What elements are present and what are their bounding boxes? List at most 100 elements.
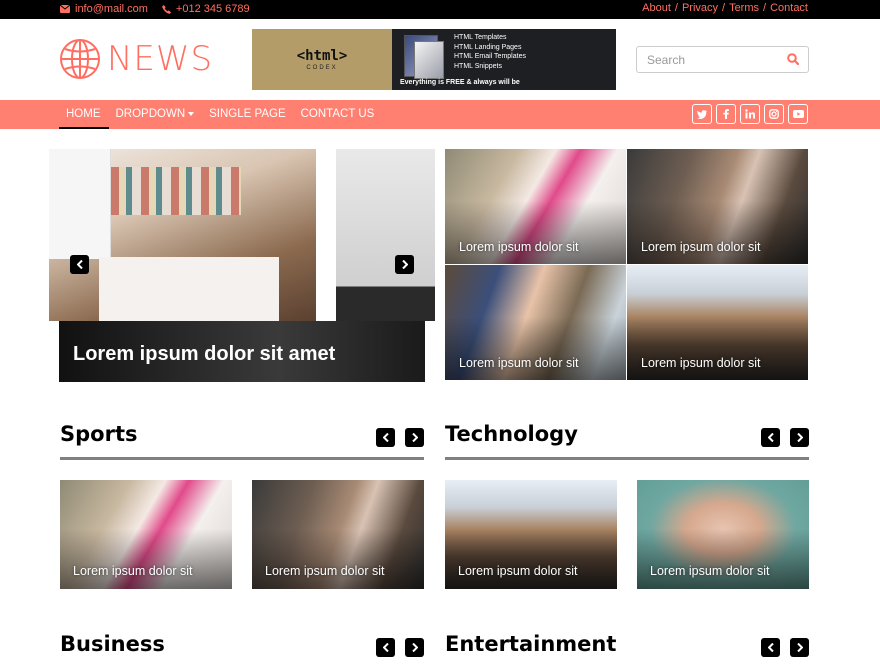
section-title: Sports xyxy=(60,422,138,446)
section-prev-button[interactable] xyxy=(376,638,395,657)
section-next-button[interactable] xyxy=(405,638,424,657)
section-prev-button[interactable] xyxy=(761,428,780,447)
caption-overlay xyxy=(445,529,617,589)
next-slide-image xyxy=(336,149,435,321)
globe-icon xyxy=(60,39,100,79)
section-next-button[interactable] xyxy=(790,638,809,657)
banner-tagline: Everything is FREE & always will be xyxy=(400,79,520,86)
card-caption: Lorem ipsum dolor sit xyxy=(73,564,193,578)
twitter-icon[interactable] xyxy=(692,104,712,124)
top-news-caption: Lorem ipsum dolor sit xyxy=(641,356,761,370)
terms-link[interactable]: Terms xyxy=(729,2,759,14)
banner-subtitle: CODEX xyxy=(306,65,338,71)
chevron-right-icon xyxy=(401,260,408,269)
section-title: Entertainment xyxy=(445,632,617,656)
nav-item-dropdown[interactable]: DROPDOWN xyxy=(109,100,203,129)
slider-prev-button[interactable] xyxy=(70,255,89,274)
section-arrows xyxy=(376,638,424,657)
chevron-left-icon xyxy=(382,643,389,652)
caption-overlay xyxy=(637,529,809,589)
search-input[interactable] xyxy=(637,47,777,72)
banner-list-item: HTML Email Templates xyxy=(454,53,526,60)
top-news-item[interactable]: Lorem ipsum dolor sit xyxy=(445,149,626,264)
caption-overlay xyxy=(627,200,808,264)
section-next-button[interactable] xyxy=(790,428,809,447)
sports-card[interactable]: Lorem ipsum dolor sit xyxy=(60,480,232,589)
card-caption: Lorem ipsum dolor sit xyxy=(265,564,385,578)
banner-list-item: HTML Snippets xyxy=(454,62,502,70)
banner-list: HTML Templates HTML Landing Pages HTML E… xyxy=(454,33,526,71)
banner-screenshot xyxy=(414,41,444,79)
slider-next-button[interactable] xyxy=(395,255,414,274)
email-text: info@mail.com xyxy=(75,3,148,15)
youtube-icon[interactable] xyxy=(788,104,808,124)
phone-contact[interactable]: +012 345 6789 xyxy=(161,3,250,15)
banner-details: HTML Templates HTML Landing Pages HTML E… xyxy=(392,29,616,90)
envelope-icon xyxy=(60,5,70,13)
nav-menu: HOME DROPDOWN SINGLE PAGE CONTACT US xyxy=(59,100,382,129)
sports-card[interactable]: Lorem ipsum dolor sit xyxy=(252,480,424,589)
books-image-detail xyxy=(111,167,241,215)
section-arrows xyxy=(376,428,424,447)
phone-text: +012 345 6789 xyxy=(175,3,250,15)
top-news-item[interactable]: Lorem ipsum dolor sit xyxy=(445,265,626,380)
nav-item-single-page[interactable]: SINGLE PAGE xyxy=(202,100,293,129)
section-prev-button[interactable] xyxy=(761,638,780,657)
logo-text: NEWS xyxy=(107,39,214,79)
banner-list-item: HTML Landing Pages xyxy=(454,43,522,51)
caret-down-icon xyxy=(188,111,195,116)
top-news-item[interactable]: Lorem ipsum dolor sit xyxy=(627,265,808,380)
sports-section-header: Sports xyxy=(60,422,424,460)
top-bar: info@mail.com +012 345 6789 About / Priv… xyxy=(0,0,880,19)
email-contact[interactable]: info@mail.com xyxy=(60,3,148,15)
search-box xyxy=(636,46,809,73)
technology-card[interactable]: Lorem ipsum dolor sit xyxy=(445,480,617,589)
site-logo[interactable]: NEWS xyxy=(59,38,213,80)
section-title: Business xyxy=(60,632,165,656)
section-arrows xyxy=(761,428,809,447)
top-news-caption: Lorem ipsum dolor sit xyxy=(459,356,579,370)
banner-title: <html> xyxy=(296,48,348,64)
slide-image xyxy=(49,149,316,321)
facebook-icon[interactable] xyxy=(716,104,736,124)
link-separator: / xyxy=(763,2,767,14)
caption-overlay xyxy=(445,200,626,264)
nav-item-contact-us[interactable]: CONTACT US xyxy=(294,100,383,129)
main-nav: HOME DROPDOWN SINGLE PAGE CONTACT US xyxy=(0,100,880,129)
caption-overlay xyxy=(627,316,808,380)
privacy-link[interactable]: Privacy xyxy=(682,2,718,14)
paper-image-detail xyxy=(99,257,279,321)
top-news-caption: Lorem ipsum dolor sit xyxy=(641,240,761,254)
technology-section-header: Technology xyxy=(445,422,809,460)
ad-banner[interactable]: <html> CODEX HTML Templates HTML Landing… xyxy=(252,29,616,90)
chevron-right-icon xyxy=(796,643,803,652)
section-title: Technology xyxy=(445,422,578,446)
about-link[interactable]: About xyxy=(642,2,671,14)
nav-item-label: DROPDOWN xyxy=(115,108,186,120)
link-separator: / xyxy=(722,2,726,14)
section-arrows xyxy=(761,638,809,657)
technology-card[interactable]: Lorem ipsum dolor sit xyxy=(637,480,809,589)
card-caption: Lorem ipsum dolor sit xyxy=(650,564,770,578)
top-news-caption: Lorem ipsum dolor sit xyxy=(459,240,579,254)
caption-overlay xyxy=(252,529,424,589)
instagram-icon[interactable] xyxy=(764,104,784,124)
top-news-item[interactable]: Lorem ipsum dolor sit xyxy=(627,149,808,264)
contact-link[interactable]: Contact xyxy=(770,2,808,14)
card-caption: Lorem ipsum dolor sit xyxy=(458,564,578,578)
chevron-right-icon xyxy=(411,643,418,652)
slide-caption[interactable]: Lorem ipsum dolor sit amet xyxy=(73,343,335,366)
chevron-left-icon xyxy=(767,643,774,652)
search-icon[interactable] xyxy=(787,53,799,65)
chevron-left-icon xyxy=(767,433,774,442)
chevron-right-icon xyxy=(411,433,418,442)
section-next-button[interactable] xyxy=(405,428,424,447)
banner-list-item: HTML Templates xyxy=(454,34,507,41)
nav-item-home[interactable]: HOME xyxy=(59,100,109,129)
section-prev-button[interactable] xyxy=(376,428,395,447)
chevron-left-icon xyxy=(76,260,83,269)
banner-brand: <html> CODEX xyxy=(252,29,392,90)
linkedin-icon[interactable] xyxy=(740,104,760,124)
laptop-image-detail xyxy=(49,149,111,259)
main-slider[interactable]: Lorem ipsum dolor sit amet xyxy=(49,149,435,382)
